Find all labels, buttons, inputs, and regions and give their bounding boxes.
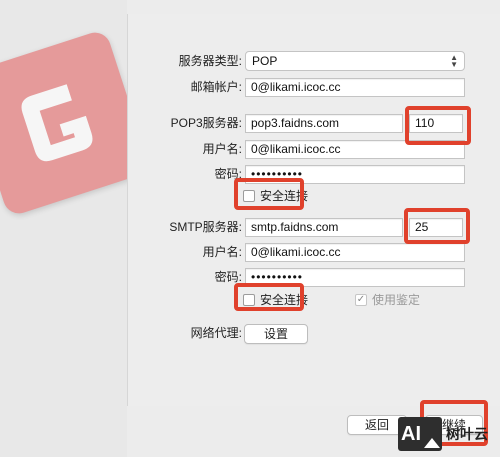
server-type-value: POP	[252, 54, 278, 68]
pop3-server-label: POP3服务器:	[170, 116, 242, 130]
pop3-secure-label: 安全连接	[260, 189, 309, 203]
watermark-badge: AI	[398, 417, 442, 451]
pop3-password-label: 密码:	[214, 167, 242, 181]
pop3-secure-checkbox-box[interactable]	[243, 189, 255, 202]
use-auth-label: 使用鉴定	[372, 293, 421, 307]
server-type-label: 服务器类型:	[178, 54, 242, 68]
watermark-text: 树叶云	[446, 426, 488, 442]
smtp-server-label: SMTP服务器:	[169, 220, 242, 234]
smtp-secure-checkbox[interactable]: 安全连接	[243, 291, 308, 308]
smtp-secure-checkbox-box[interactable]	[243, 293, 255, 306]
proxy-label: 网络代理:	[190, 326, 242, 340]
server-type-select[interactable]: POP ▲ ▼	[245, 51, 465, 71]
pop3-port-field[interactable]: 110	[409, 114, 463, 133]
proxy-settings-button[interactable]: 设置	[244, 324, 308, 344]
pop3-username-field[interactable]: 0@likami.icoc.cc	[245, 140, 465, 159]
watermark: AI 树叶云	[398, 411, 500, 457]
smtp-username-field[interactable]: 0@likami.icoc.cc	[245, 243, 465, 262]
pop3-username-label: 用户名:	[202, 142, 242, 156]
pop3-password-field[interactable]: ••••••••••	[245, 165, 465, 184]
smtp-secure-label: 安全连接	[260, 293, 309, 307]
pop3-secure-checkbox[interactable]: 安全连接	[243, 187, 308, 204]
watermark-badge-text: AI	[401, 422, 421, 445]
account-settings-panel	[127, 14, 500, 406]
mountain-icon	[424, 438, 440, 448]
use-auth-checkbox[interactable]: ✓ 使用鉴定	[355, 291, 420, 308]
select-updown-icon: ▲ ▼	[450, 53, 458, 69]
use-auth-checkbox-box[interactable]: ✓	[355, 293, 367, 306]
pop3-server-field[interactable]: pop3.faidns.com	[245, 114, 403, 133]
logo-g-icon	[21, 84, 93, 162]
smtp-password-field[interactable]: ••••••••••	[245, 268, 465, 287]
smtp-password-label: 密码:	[214, 270, 242, 284]
smtp-server-field[interactable]: smtp.faidns.com	[245, 218, 403, 237]
email-account-label: 邮箱帐户:	[190, 80, 242, 94]
email-account-field[interactable]: 0@likami.icoc.cc	[245, 78, 465, 97]
smtp-port-field[interactable]: 25	[409, 218, 463, 237]
smtp-username-label: 用户名:	[202, 245, 242, 259]
app-logo	[0, 28, 127, 218]
app-logo-area	[0, 0, 127, 457]
